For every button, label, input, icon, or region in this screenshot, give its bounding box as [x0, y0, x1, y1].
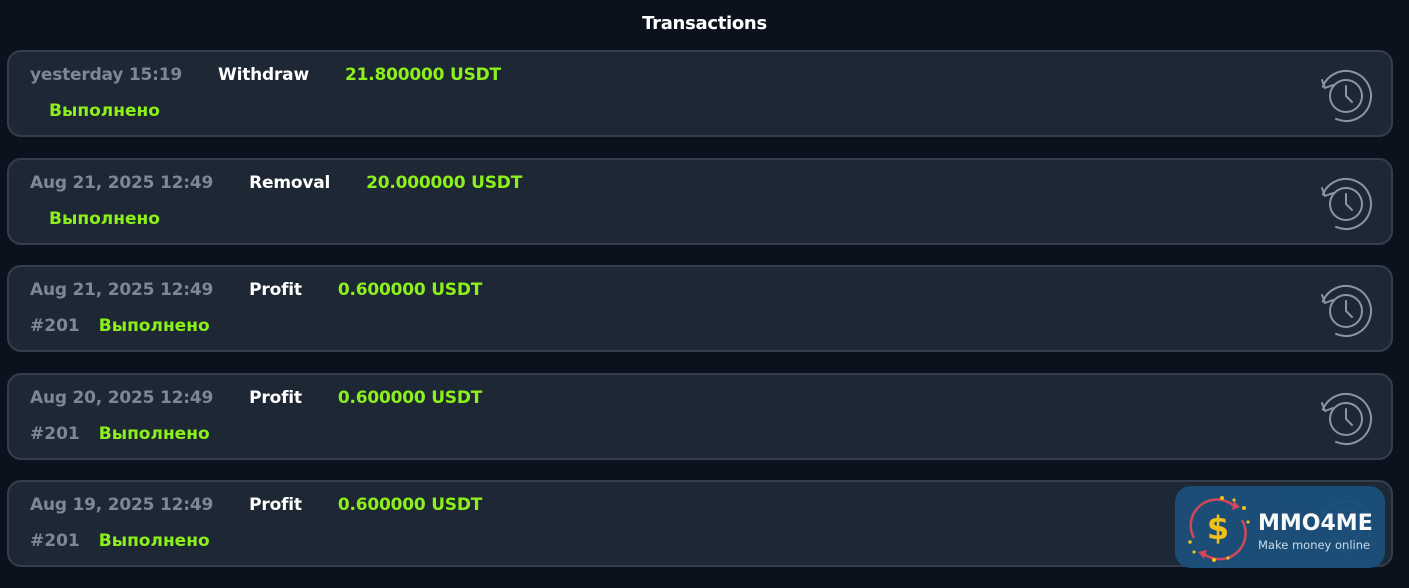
- transaction-date: Aug 20, 2025 12:49: [30, 387, 214, 408]
- svg-text:$: $: [1207, 509, 1229, 547]
- mmo4me-watermark: $ MMO4ME Make money online: [1175, 486, 1385, 568]
- transaction-meta-row: #201 Выполнено: [30, 424, 210, 444]
- history-clock-icon: [1320, 177, 1372, 230]
- transaction-id: #201: [30, 423, 80, 444]
- transaction-main-row: Aug 19, 2025 12:49 Profit 0.600000 USDT: [30, 495, 482, 515]
- transaction-date: yesterday 15:19: [30, 65, 183, 85]
- transaction-amount: 0.600000 USDT: [337, 495, 483, 515]
- transaction-amount: 0.600000 USDT: [337, 280, 483, 300]
- transaction-card: Aug 21, 2025 12:49 Removal 20.000000 USD…: [7, 157, 1393, 245]
- transaction-status: Выполнено: [49, 208, 160, 229]
- transaction-id: #201: [30, 316, 80, 336]
- transaction-id: #201: [30, 531, 80, 551]
- transaction-card: yesterday 15:19 Withdraw 21.800000 USDT …: [7, 50, 1393, 137]
- transaction-amount: 0.600000 USDT: [337, 387, 483, 408]
- transaction-type: Withdraw: [218, 65, 309, 85]
- transaction-card: Aug 20, 2025 12:49 Profit 0.600000 USDT …: [7, 372, 1393, 460]
- transaction-meta-row: Выполнено: [30, 101, 160, 121]
- transaction-status: Выполнено: [98, 423, 210, 444]
- transaction-amount: 21.800000 USDT: [344, 65, 501, 85]
- transaction-type: Profit: [249, 280, 302, 300]
- history-clock-icon: [1320, 70, 1372, 123]
- transaction-meta-row: #201 Выполнено: [30, 531, 210, 551]
- transaction-meta-row: #201 Выполнено: [30, 316, 210, 336]
- dollar-coin-icon: $: [1188, 496, 1250, 562]
- history-clock-icon: [1320, 392, 1372, 445]
- transaction-date: Aug 19, 2025 12:49: [30, 495, 214, 515]
- transaction-type: Profit: [249, 387, 302, 408]
- transaction-meta-row: Выполнено: [30, 209, 160, 229]
- transaction-main-row: Aug 21, 2025 12:49 Removal 20.000000 USD…: [30, 173, 522, 193]
- transaction-status: Выполнено: [98, 531, 210, 551]
- history-button[interactable]: [1318, 67, 1374, 123]
- transaction-type: Profit: [249, 495, 302, 515]
- page-title: Transactions: [642, 13, 767, 34]
- transaction-date: Aug 21, 2025 12:49: [30, 280, 214, 300]
- history-button[interactable]: [1318, 390, 1374, 446]
- transaction-main-row: yesterday 15:19 Withdraw 21.800000 USDT: [30, 65, 501, 85]
- history-button[interactable]: [1318, 175, 1374, 231]
- transaction-amount: 20.000000 USDT: [366, 172, 523, 193]
- transaction-status: Выполнено: [98, 316, 210, 336]
- transaction-date: Aug 21, 2025 12:49: [30, 172, 214, 193]
- transaction-type: Removal: [249, 172, 331, 193]
- watermark-subtitle: Make money online: [1258, 538, 1371, 552]
- transaction-main-row: Aug 20, 2025 12:49 Profit 0.600000 USDT: [30, 388, 482, 408]
- watermark-title: MMO4ME: [1258, 511, 1373, 536]
- transaction-card: Aug 21, 2025 12:49 Profit 0.600000 USDT …: [7, 265, 1393, 352]
- transaction-main-row: Aug 21, 2025 12:49 Profit 0.600000 USDT: [30, 280, 482, 300]
- transaction-status: Выполнено: [49, 101, 160, 121]
- history-button[interactable]: [1318, 282, 1374, 338]
- history-clock-icon: [1320, 285, 1372, 337]
